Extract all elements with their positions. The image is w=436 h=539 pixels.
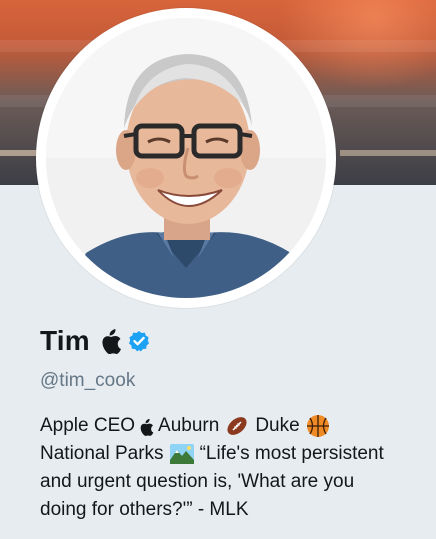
- avatar-portrait-image: [46, 18, 326, 298]
- avatar[interactable]: [46, 18, 326, 298]
- bio-line: and urgent question is, 'What are you: [40, 468, 420, 496]
- bio-text: and urgent question is, 'What are you: [40, 471, 355, 492]
- profile-bio: Apple CEO Auburn Duke National Parks “Li…: [40, 412, 420, 524]
- bio-text: Apple CEO: [40, 415, 136, 436]
- verified-badge-icon[interactable]: [128, 330, 150, 352]
- profile-handle[interactable]: @tim_cook: [40, 370, 135, 392]
- bio-text: National Parks: [40, 443, 164, 464]
- bio-line: National Parks “Life's most persistent: [40, 440, 420, 468]
- bio-line: doing for others?'” - MLK: [40, 496, 420, 524]
- basketball-icon: [306, 414, 330, 438]
- bio-line: Apple CEO Auburn Duke: [40, 412, 420, 440]
- banner-light: [340, 150, 436, 156]
- profile-page: Tim @tim_cook Apple CEO Auburn Duke Nati…: [0, 0, 436, 539]
- bio-text: doing for others?'” - MLK: [40, 499, 249, 520]
- apple-logo-icon: [139, 417, 154, 436]
- profile-name-row: Tim: [40, 325, 150, 357]
- bio-text: Auburn: [158, 415, 220, 436]
- national-park-icon: [169, 442, 194, 466]
- bio-text: “Life's most persistent: [199, 443, 384, 464]
- display-name[interactable]: Tim: [40, 325, 90, 357]
- apple-logo-icon: [100, 328, 122, 355]
- bio-text: Duke: [255, 415, 300, 436]
- football-icon: [225, 414, 249, 438]
